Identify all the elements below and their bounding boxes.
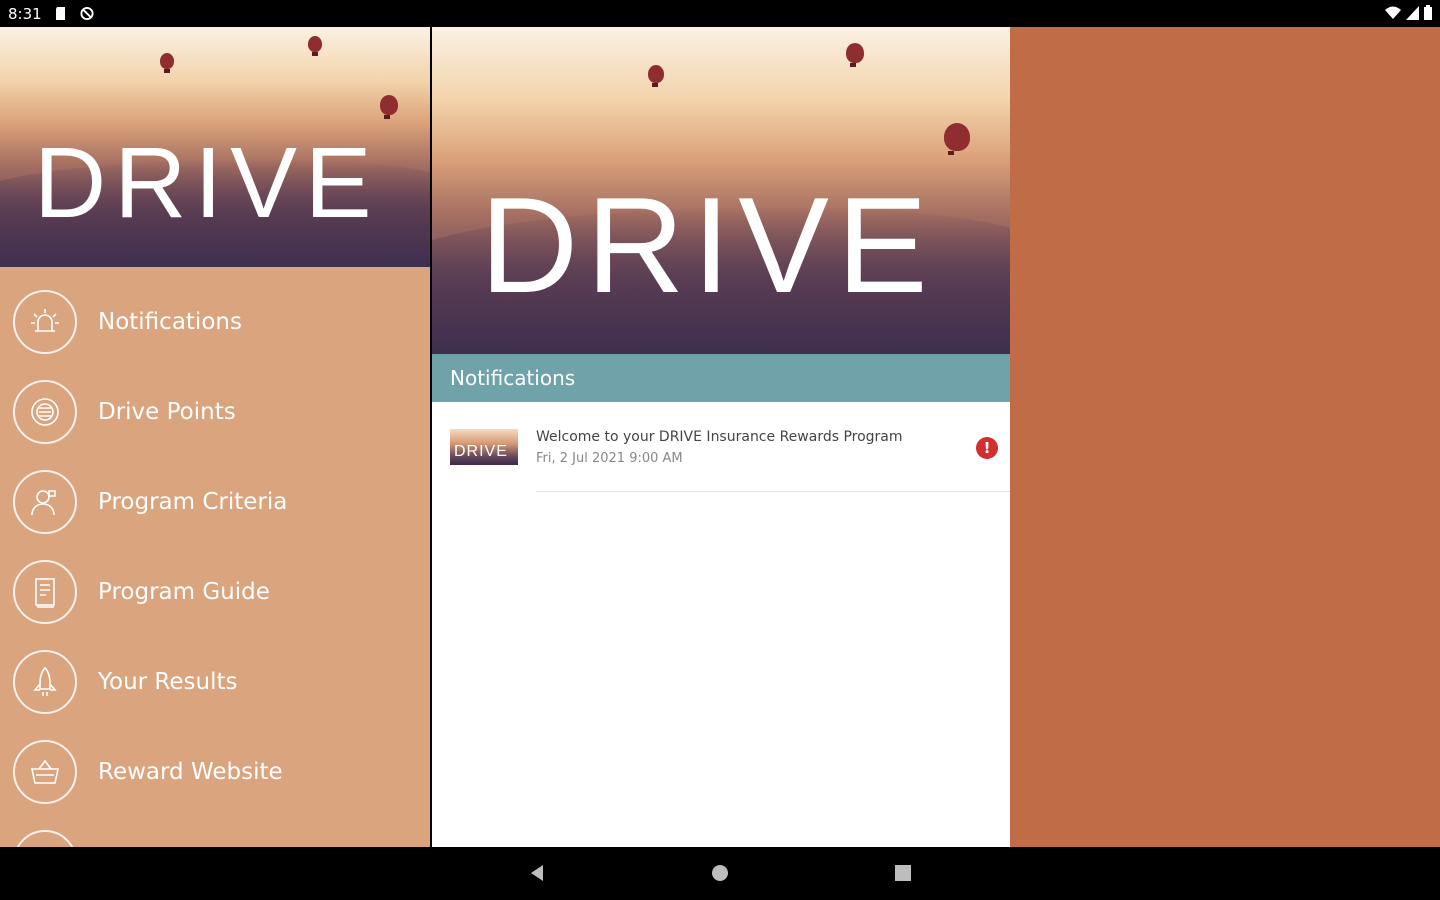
status-time: 8:31 [8,5,42,23]
menu-label: Reward Website [98,759,283,785]
menu-item-program-criteria[interactable]: Program Criteria [0,457,430,547]
menu-item-icon [13,830,77,847]
menu-item-drive-points[interactable]: Drive Points [0,367,430,457]
balloon-icon [648,65,664,87]
drive-logo: DRIVE [480,169,936,321]
menu-label: Program Criteria [98,489,288,515]
main-header: DRIVE [432,27,1010,354]
detail-pane [1010,27,1440,847]
section-title: Notifications [450,366,576,390]
basket-icon [13,740,77,804]
balloon-icon [380,95,398,119]
home-button[interactable] [709,862,731,884]
battery-icon [1424,5,1432,20]
status-bar: 8:31 [0,0,1440,27]
main-panel: DRIVE Notifications DRIVE Welcome to you… [432,27,1010,847]
recents-button[interactable] [892,862,914,884]
menu-label: Your Results [98,669,238,695]
balloon-icon [308,36,322,56]
notification-item[interactable]: DRIVE Welcome to your DRIVE Insurance Re… [432,417,1010,493]
rocket-icon [13,650,77,714]
siren-icon [13,290,77,354]
menu-item-notifications[interactable]: Notifications [0,277,430,367]
drawer-header: DRIVE [0,27,430,267]
notification-title: Welcome to your DRIVE Insurance Rewards … [536,429,903,445]
navigation-drawer: DRIVE Notifications Drive Points Program… [0,27,430,847]
book-icon [13,560,77,624]
wifi-icon [1385,6,1401,19]
menu-label: Notifications [98,309,242,335]
balloon-icon [944,123,970,155]
balloon-icon [160,53,174,73]
section-header: Notifications [432,354,1010,402]
signal-icon [1406,5,1419,20]
badge-icon [13,380,77,444]
drive-logo: DRIVE [34,127,380,239]
balloon-icon [846,43,864,67]
no-sync-icon [80,6,94,21]
thumbnail-logo: DRIVE [454,443,508,460]
person-icon [13,470,77,534]
notification-date: Fri, 2 Jul 2021 9:00 AM [536,451,683,466]
menu-item-partial[interactable] [0,817,430,847]
menu-label: Drive Points [98,399,236,425]
sd-card-icon [56,7,65,20]
system-nav-bar [0,847,1440,900]
notification-thumbnail: DRIVE [450,429,518,465]
menu-item-reward-website[interactable]: Reward Website [0,727,430,817]
back-button[interactable] [526,862,548,884]
unread-alert-icon: ! [976,437,998,459]
divider [536,491,1010,492]
menu-label: Program Guide [98,579,270,605]
menu-item-program-guide[interactable]: Program Guide [0,547,430,637]
drawer-menu: Notifications Drive Points Program Crite… [0,277,430,847]
menu-item-your-results[interactable]: Your Results [0,637,430,727]
